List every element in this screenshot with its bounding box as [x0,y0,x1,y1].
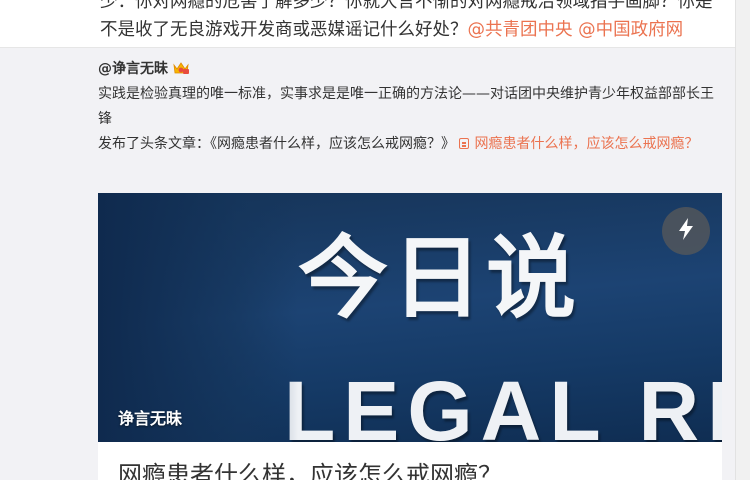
mention-gov-cn[interactable]: @中国政府网 [578,20,683,40]
post-text-line1: 少：你对网瘾的危害了解多少？你就大言不惭的对网瘾戒治领域指手画脚？你是 [100,0,713,12]
article-link[interactable]: 网瘾患者什么样，应该怎么戒网瘾？ [459,136,698,152]
lightning-icon [677,217,695,245]
retweet-published-line: 发布了头条文章：《网瘾患者什么样，应该怎么戒网瘾？》 网瘾患者什么样，应该怎么戒… [98,132,718,157]
weibo-post: 少：你对网瘾的危害了解多少？你就大言不惭的对网瘾戒治领域指手画脚？你是 不是收了… [0,0,736,480]
lightning-button[interactable] [662,207,710,255]
post-text-line2-content: 不是收了无良游戏开发商或恶媒谣记什么好处？ [100,20,468,40]
retweet-author: @诤言无昧 [98,58,190,78]
vip-badge-icon[interactable] [172,61,190,75]
article-link-label: 网瘾患者什么样，应该怎么戒网瘾？ [474,136,699,152]
retweet-body: 实践是检验真理的唯一标准，实事求是是唯一正确的方法论——对话团中央维护青少年权益… [98,86,714,127]
cover-caption: 诤言无昧 [118,409,183,428]
retweet-published-text: 发布了头条文章：《网瘾患者什么样，应该怎么戒网瘾？》 [98,136,455,152]
scrollbar[interactable] [735,0,750,480]
post-text-line2: 不是收了无良游戏开发商或恶媒谣记什么好处？@共青团中央 @中国政府网 [100,16,720,44]
article-cover-image[interactable]: 今日说 LEGAL REP 诤言无昧 [98,193,722,442]
cover-title-cn: 今日说 [298,226,580,331]
article-card-title[interactable]: 网瘾患者什么样，应该怎么戒网瘾？ [118,455,708,480]
mention-gongqingtuan[interactable]: @共青团中央 [468,20,573,40]
retweeted-post: @诤言无昧 实践是检验真理的唯一标准，实事求是是唯一正确的方法论——对话团中央维… [0,47,736,480]
article-card[interactable]: 今日说 LEGAL REP 诤言无昧 网瘾患者什么样，应该怎么戒网瘾？ [98,193,722,480]
post-text: 少：你对网瘾的危害了解多少？你就大言不惭的对网瘾戒治领域指手画脚？你是 不是收了… [100,0,720,44]
article-icon [459,138,470,149]
retweet-author-name[interactable]: @诤言无昧 [98,58,168,78]
retweet-text: 实践是检验真理的唯一标准，实事求是是唯一正确的方法论——对话团中央维护青少年权益… [98,82,718,157]
cover-title-en: LEGAL REP [284,364,722,442]
